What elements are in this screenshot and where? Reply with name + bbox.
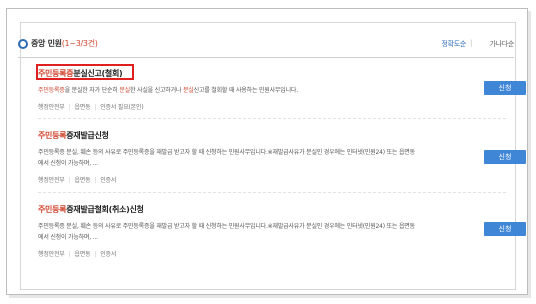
header-divider: [18, 57, 514, 58]
result-title-link[interactable]: 주민등록증재발급신청: [38, 130, 506, 141]
result-meta: 행정안전부 | 읍면동 | 인증서: [38, 251, 117, 258]
apply-button[interactable]: 신청: [484, 150, 526, 164]
sort-separator: |: [469, 39, 472, 47]
result-item: 주민등록증재발급신청 주민등록증 분실, 훼손 등의 사유로 주민등록증을 재발…: [38, 130, 506, 184]
sort-alpha-link[interactable]: 가나다순: [489, 39, 514, 49]
result-description: 주민등록증을 분실한 자가 단순히 분실한 사실을 신고하거나 분실신고를 철회…: [38, 87, 298, 94]
item-divider: [38, 192, 506, 193]
results-header: 중앙 민원(1~3/3건) 정확도순 | 가나다순: [18, 36, 514, 54]
result-description: 주민등록증 분실, 훼손 등의 사유로 주민등록증을 재발급 받고자 할 때 신…: [38, 149, 415, 167]
result-meta: 행정안전부 | 읍면동 | 인증서: [38, 177, 117, 184]
sort-accuracy-link[interactable]: 정확도순: [441, 39, 466, 49]
section-title: 중앙 민원(1~3/3건): [31, 39, 98, 48]
result-meta: 행정안전부 | 읍면동 | 인증서 필요(본인): [38, 104, 144, 111]
result-item: 주민등록증재발급철회(취소)신청 주민등록증 분실, 훼손 등의 사유로 주민등…: [38, 204, 506, 258]
result-title-link[interactable]: 주민등록증재발급철회(취소)신청: [38, 204, 506, 215]
apply-button[interactable]: 신청: [484, 222, 526, 236]
apply-button[interactable]: 신청: [484, 81, 526, 95]
bullet-circle-icon: [18, 39, 28, 49]
highlight-box: [36, 64, 134, 80]
result-description: 주민등록증 분실, 훼손 등의 사유로 주민등록증을 재발급 받고자 할 때 신…: [38, 223, 415, 241]
item-divider: [38, 118, 506, 119]
result-count: (1~3/3건): [61, 39, 98, 48]
